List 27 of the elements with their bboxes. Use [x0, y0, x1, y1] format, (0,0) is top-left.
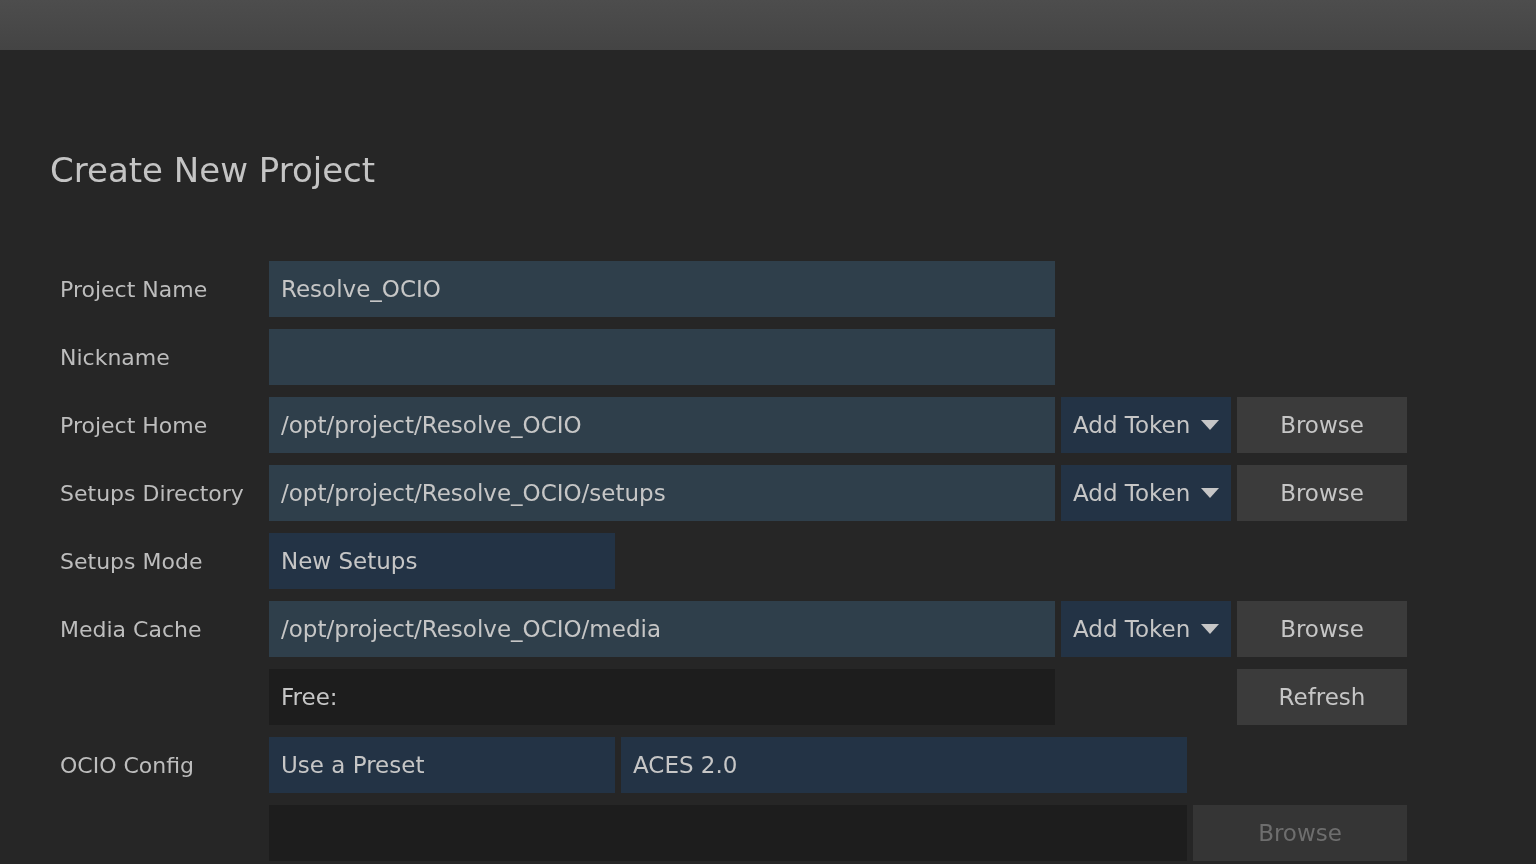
add-token-dropdown[interactable]: Add Token [1061, 601, 1231, 657]
field-label: Nickname [60, 344, 171, 370]
field-label: Project Name [60, 276, 209, 302]
free-space-field: Free: [269, 669, 1055, 725]
preset-dropdown[interactable]: ACES 2.0 [621, 737, 1187, 793]
button[interactable]: Browse [1237, 601, 1407, 657]
text-field[interactable]: /opt/project/Resolve_OCIO [269, 397, 1055, 453]
field-label: OCIO Config [60, 752, 196, 778]
text-field[interactable]: /opt/project/Resolve_OCIO/setups [269, 465, 1055, 521]
caret-icon [1201, 624, 1219, 634]
text-field[interactable] [269, 329, 1055, 385]
field-label: Setups Directory [60, 480, 245, 506]
field-label: Media Cache [60, 616, 203, 642]
add-token-dropdown[interactable]: Add Token [1061, 397, 1231, 453]
field-label: Project Home [60, 412, 209, 438]
button[interactable]: Browse [1237, 465, 1407, 521]
caret-icon [1201, 488, 1219, 498]
dialog-title: Create New Project [50, 149, 377, 192]
text-field[interactable]: /opt/project/Resolve_OCIO/media [269, 601, 1055, 657]
text-field[interactable]: Resolve_OCIO [269, 261, 1055, 317]
button[interactable]: Refresh [1237, 669, 1407, 725]
add-token-dropdown[interactable]: Add Token [1061, 465, 1231, 521]
field-label: Setups Mode [60, 548, 204, 574]
button[interactable]: Browse [1237, 397, 1407, 453]
dropdown[interactable]: New Setups [269, 533, 615, 589]
dropdown[interactable]: Use a Preset [269, 737, 615, 793]
caret-icon [1201, 420, 1219, 430]
